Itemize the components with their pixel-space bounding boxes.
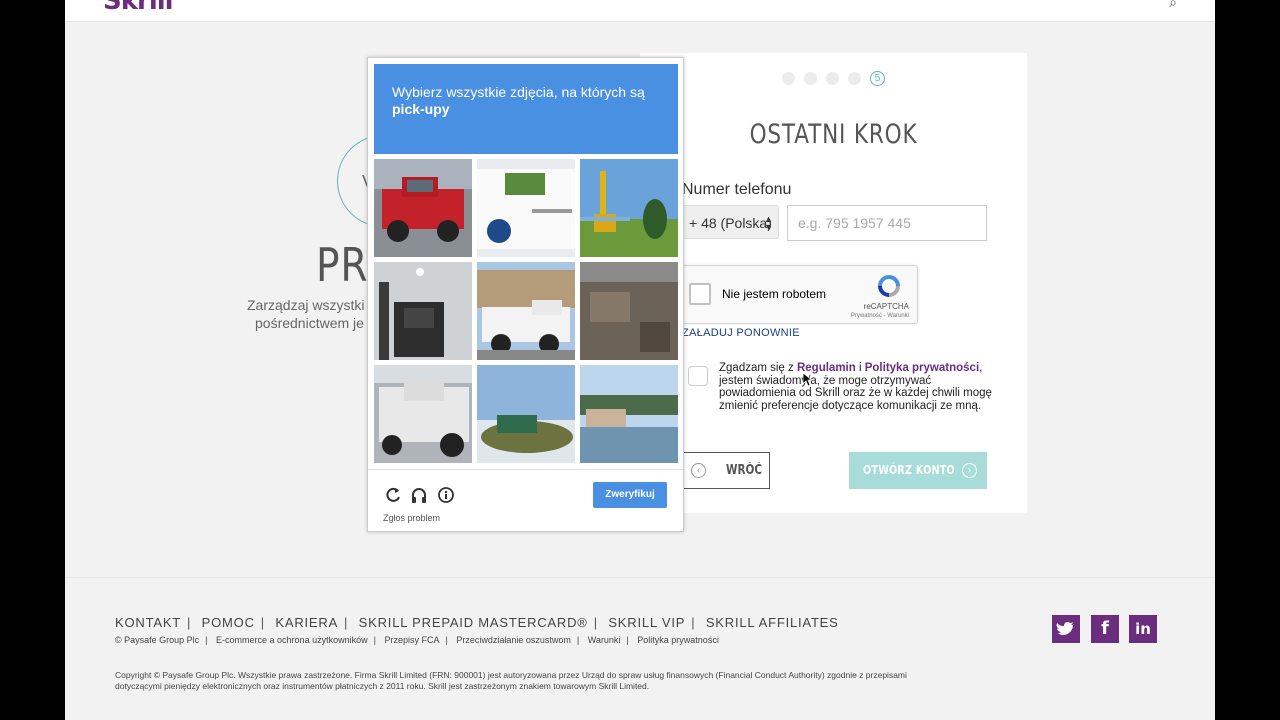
card-title: OSTATNI KROK bbox=[749, 119, 918, 150]
terms-prefix: Zgadzam się z bbox=[719, 362, 797, 374]
terms-text: Zgadzam się z Regulamin i Polityka prywa… bbox=[719, 362, 994, 412]
footer-nav-item[interactable]: KONTAKT bbox=[115, 615, 181, 630]
footer: KONTAKT | POMOC | KARIERA | SKRILL PREPAID … bbox=[65, 577, 1215, 720]
verify-button[interactable]: Zweryfikuj bbox=[593, 482, 667, 508]
footer-link[interactable]: E-commerce a ochrona użytkowników bbox=[216, 635, 368, 645]
footer-link: © Paysafe Group Plc bbox=[115, 635, 200, 645]
hero-subtitle-2: pośrednictwem je bbox=[255, 315, 364, 331]
report-problem-link[interactable]: Zgłoś problem bbox=[383, 513, 440, 523]
image-tile[interactable] bbox=[374, 159, 472, 257]
footer-nav-item[interactable]: SKRILL PREPAID MASTERCARD® bbox=[359, 615, 588, 630]
open-account-button[interactable]: OTWÓRZ KONTO › bbox=[849, 452, 987, 489]
challenge-header: Wybierz wszystkie zdjęcia, na których są… bbox=[374, 64, 678, 154]
country-code-select[interactable]: + 48 (Polska) ▲ ▼ bbox=[682, 205, 779, 239]
chevron-left-icon: ‹ bbox=[691, 463, 706, 478]
page: Skrill ⌕ V PR Zarządzaj wszystki pośredn… bbox=[65, 0, 1215, 720]
search-icon[interactable]: ⌕ bbox=[1169, 0, 1177, 11]
open-account-label: OTWÓRZ KONTO bbox=[863, 463, 955, 477]
image-grid bbox=[374, 159, 678, 463]
recaptcha-logo-icon bbox=[878, 275, 900, 297]
hero-title: PR bbox=[316, 238, 369, 292]
back-button[interactable]: ‹ WRÓĆ bbox=[682, 452, 770, 489]
reload-icon[interactable] bbox=[383, 485, 403, 505]
chevron-right-icon: › bbox=[962, 463, 977, 478]
footer-link[interactable]: Polityka prywatności bbox=[637, 635, 719, 645]
reload-link[interactable]: ZAŁADUJ PONOWNIE bbox=[682, 327, 800, 339]
back-label: WRÓĆ bbox=[726, 463, 762, 478]
recaptcha-widget: Nie jestem robotem reCAPTCHA Prywatność … bbox=[682, 265, 918, 324]
hero-subtitle: Zarządzaj wszystki bbox=[247, 297, 365, 313]
footer-nav-item[interactable]: SKRILL VIP bbox=[608, 615, 685, 630]
info-icon[interactable] bbox=[436, 485, 456, 505]
recaptcha-links[interactable]: Prywatność - Warunki bbox=[851, 313, 909, 319]
image-tile[interactable] bbox=[477, 365, 575, 463]
image-tile[interactable] bbox=[580, 365, 678, 463]
mouse-cursor-icon bbox=[803, 373, 813, 387]
facebook-icon[interactable]: f bbox=[1091, 615, 1119, 643]
twitter-icon[interactable] bbox=[1052, 615, 1080, 643]
image-tile[interactable] bbox=[477, 159, 575, 257]
recaptcha-checkbox[interactable] bbox=[689, 283, 711, 305]
footer-nav-item[interactable]: POMOC bbox=[202, 615, 255, 630]
step-indicator: 5 bbox=[782, 71, 885, 86]
step-dot bbox=[804, 72, 817, 85]
headphones-icon[interactable] bbox=[409, 485, 429, 505]
footer-nav-item[interactable]: SKRILL AFFILIATES bbox=[706, 615, 839, 630]
top-bar: Skrill ⌕ bbox=[65, 0, 1215, 22]
step-dot bbox=[782, 72, 795, 85]
image-tile[interactable] bbox=[477, 262, 575, 360]
challenge-target: pick-upy bbox=[392, 101, 450, 117]
image-tile[interactable] bbox=[374, 365, 472, 463]
terms-and: i bbox=[855, 362, 865, 374]
copyright-text: Copyright © Paysafe Group Plc. Wszystkie… bbox=[115, 670, 907, 691]
phone-label: Numer telefonu bbox=[682, 181, 792, 198]
footer-link[interactable]: Warunki bbox=[588, 635, 621, 645]
footer-link[interactable]: Przepisy FCA bbox=[384, 635, 439, 645]
image-tile[interactable] bbox=[580, 159, 678, 257]
challenge-divider bbox=[368, 469, 683, 470]
country-code-value: + 48 (Polska) bbox=[689, 215, 772, 231]
skrill-logo[interactable]: Skrill bbox=[103, 0, 174, 16]
step-dot bbox=[826, 72, 839, 85]
image-tile[interactable] bbox=[580, 262, 678, 360]
image-tile[interactable] bbox=[374, 262, 472, 360]
terms-checkbox[interactable] bbox=[688, 366, 708, 386]
footer-links: © Paysafe Group Plc | E-commerce a ochron… bbox=[115, 635, 719, 645]
captcha-challenge: Wybierz wszystkie zdjęcia, na których są… bbox=[367, 57, 684, 532]
footer-nav: KONTAKT | POMOC | KARIERA | SKRILL PREPAID … bbox=[115, 615, 839, 630]
signup-card: 5 OSTATNI KROK Numer telefonu + 48 (Pols… bbox=[640, 53, 1027, 513]
phone-number-input[interactable] bbox=[787, 205, 987, 241]
footer-nav-item[interactable]: KARIERA bbox=[275, 615, 338, 630]
select-arrows-icon: ▲ ▼ bbox=[764, 214, 773, 232]
footer-link[interactable]: Przeciwdziałanie oszustwom bbox=[456, 635, 571, 645]
step-dot-active: 5 bbox=[870, 71, 885, 86]
step-dot bbox=[848, 72, 861, 85]
linkedin-icon[interactable]: in bbox=[1129, 615, 1157, 643]
privacy-policy-link[interactable]: Polityka prywatności bbox=[865, 362, 979, 374]
recaptcha-brand: reCAPTCHA bbox=[863, 302, 909, 311]
recaptcha-label: Nie jestem robotem bbox=[722, 287, 827, 301]
challenge-instruction: Wybierz wszystkie zdjęcia, na których są bbox=[392, 84, 645, 100]
